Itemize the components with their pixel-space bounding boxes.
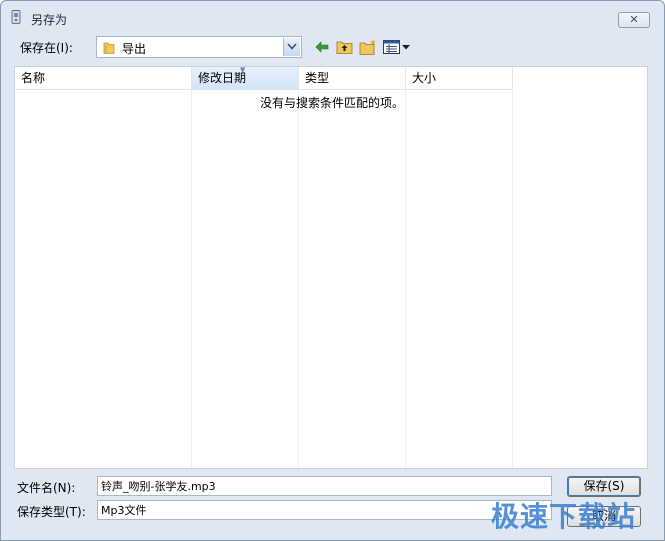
column-header-size[interactable]: 大小 — [406, 67, 513, 90]
up-folder-icon[interactable] — [336, 38, 354, 56]
dropdown-arrow[interactable] — [283, 38, 300, 56]
chevron-down-icon — [287, 43, 297, 50]
column-label: 类型 — [305, 71, 330, 85]
column-label: 大小 — [412, 71, 437, 85]
column-divider — [298, 90, 299, 468]
view-menu-icon[interactable] — [383, 38, 411, 56]
watermark-logo: 极速下载站 — [491, 500, 637, 533]
column-header-type[interactable]: 类型 — [299, 67, 406, 90]
save-in-label: 保存在(I): — [20, 41, 73, 55]
column-divider — [405, 90, 406, 468]
filetype-input[interactable] — [97, 500, 552, 520]
title-bar: 另存为 ✕ — [1, 1, 664, 35]
filename-label: 文件名(N): — [17, 481, 76, 495]
column-divider — [512, 90, 513, 468]
save-button[interactable]: 保存(S) — [567, 476, 641, 497]
column-label: 修改日期 — [198, 71, 247, 85]
back-icon[interactable] — [314, 38, 330, 56]
folder-icon — [103, 42, 115, 54]
filetype-label: 保存类型(T): — [17, 505, 86, 519]
file-list[interactable]: 名称 ▼ 修改日期 类型 大小 没有与搜索条件匹配的项。 — [14, 66, 648, 469]
app-icon — [11, 10, 21, 24]
new-folder-icon[interactable] — [359, 38, 377, 56]
save-in-value: 导出 — [122, 42, 147, 56]
column-header-date[interactable]: ▼ 修改日期 — [192, 67, 299, 90]
window-title: 另存为 — [31, 13, 68, 27]
save-as-dialog: 另存为 ✕ 保存在(I): 导出 名称 ▼ 修改日期 类型 大小 没有与搜索条件… — [0, 0, 665, 541]
column-label: 名称 — [21, 71, 46, 85]
filename-input[interactable] — [97, 476, 552, 496]
column-header-name[interactable]: 名称 — [15, 67, 192, 90]
close-icon: ✕ — [629, 13, 639, 26]
save-button-label: 保存(S) — [583, 479, 625, 493]
column-divider — [191, 90, 192, 468]
empty-message: 没有与搜索条件匹配的项。 — [260, 96, 405, 110]
sort-arrow-icon: ▼ — [240, 66, 246, 74]
close-button[interactable]: ✕ — [618, 12, 650, 28]
save-in-dropdown[interactable]: 导出 — [96, 36, 302, 58]
